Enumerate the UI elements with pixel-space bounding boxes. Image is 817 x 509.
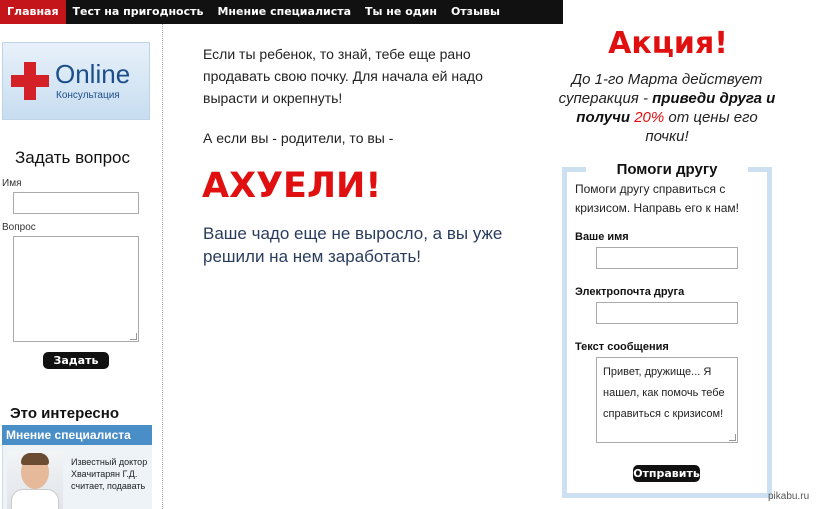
medical-cross-icon	[11, 62, 49, 100]
your-name-label: Ваше имя	[575, 231, 629, 243]
nav-expert-opinion[interactable]: Мнение специалиста	[210, 0, 358, 24]
expert-opinion-bar[interactable]: Мнение специалиста	[2, 425, 152, 445]
message-label: Текст сообщения	[575, 341, 669, 353]
ask-question-title: Задать вопрос	[15, 148, 130, 167]
left-sidebar: Online Консультация Задать вопрос Имя Во…	[0, 24, 163, 509]
your-name-input[interactable]	[596, 247, 738, 269]
message-value: Привет, дружище... Я нашел, как помочь т…	[603, 366, 725, 420]
headline: АХУЕЛИ!	[202, 166, 382, 206]
promo-text: До 1-го Марта действует суперакция - при…	[556, 70, 778, 146]
help-form-description: Помоги другу справиться с кризисом. Напр…	[575, 182, 739, 215]
parents-paragraph: А если вы - родители, то вы -	[203, 130, 394, 146]
banner-word: Online	[55, 59, 131, 89]
resize-handle-icon[interactable]	[130, 333, 137, 340]
message-textarea[interactable]: Привет, дружище... Я нашел, как помочь т…	[596, 357, 738, 443]
friend-email-input[interactable]	[596, 302, 738, 324]
name-input[interactable]	[13, 192, 139, 214]
promo-percent: 20%	[634, 109, 665, 126]
friend-email-label: Электропочта друга	[575, 286, 685, 298]
name-label: Имя	[2, 178, 22, 189]
top-nav: Главная Тест на пригодность Мнение специ…	[0, 0, 563, 24]
question-textarea[interactable]	[13, 236, 139, 342]
send-button[interactable]: Отправить	[633, 465, 700, 482]
banner-subtitle: Консультация	[56, 90, 120, 101]
expert-text: Известный доктор Хвачитарян Г.Д. считает…	[71, 457, 148, 491]
interesting-title: Это интересно	[10, 405, 119, 422]
resize-handle-icon[interactable]	[729, 434, 736, 441]
doctor-photo[interactable]	[7, 451, 63, 509]
watermark: pikabu.ru	[768, 491, 810, 502]
promo-title: Акция!	[608, 26, 728, 61]
ask-submit-button[interactable]: Задать	[43, 352, 109, 369]
intro-paragraph: Если ты ребенок, то знай, тебе еще рано …	[203, 46, 483, 106]
nav-fitness-test[interactable]: Тест на пригодность	[66, 0, 211, 24]
nav-not-alone[interactable]: Ты не один	[358, 0, 444, 24]
expert-preview: Известный доктор Хвачитарян Г.Д. считает…	[2, 445, 152, 509]
nav-reviews[interactable]: Отзывы	[444, 0, 507, 24]
nav-home[interactable]: Главная	[0, 0, 66, 24]
help-form-title: Помоги другу	[586, 161, 748, 178]
online-consultation-banner[interactable]: Online Консультация	[2, 42, 150, 120]
closing-paragraph: Ваше чадо еще не выросло, а вы уже решил…	[203, 224, 503, 266]
question-label: Вопрос	[2, 222, 36, 233]
